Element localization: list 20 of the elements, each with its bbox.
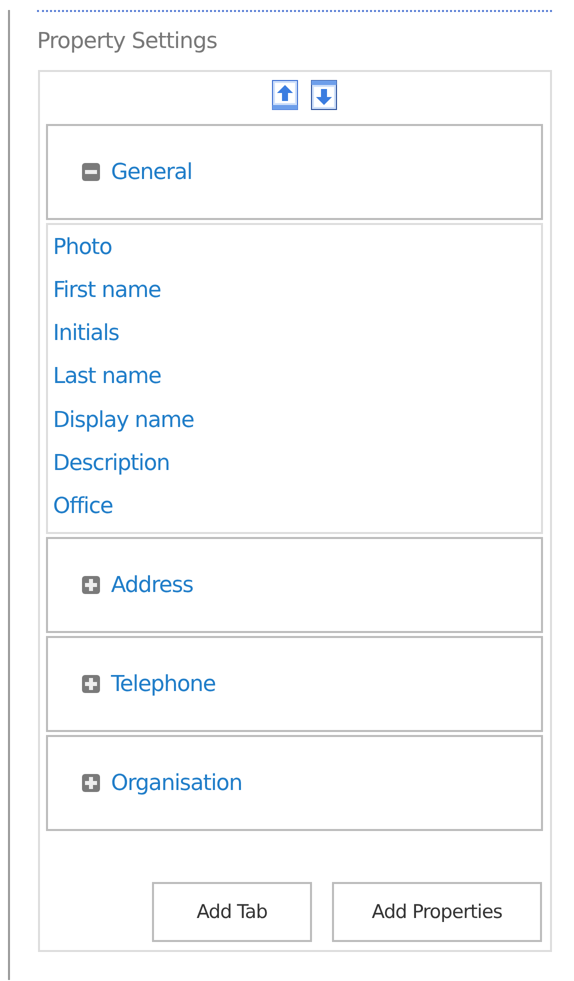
field-link[interactable]: Initials: [53, 316, 119, 360]
expand-icon[interactable]: [81, 674, 101, 694]
move-up-icon[interactable]: [272, 80, 298, 110]
expand-icon[interactable]: [81, 773, 101, 793]
field-link[interactable]: Office: [53, 488, 113, 532]
field-link[interactable]: Photo: [53, 230, 112, 274]
field-link[interactable]: First name: [53, 273, 161, 316]
section-link[interactable]: Organisation: [111, 770, 242, 796]
action-button[interactable]: Add Properties: [332, 882, 542, 942]
field-link[interactable]: Description: [53, 446, 170, 489]
section-link[interactable]: General: [111, 160, 192, 184]
section-link[interactable]: Address: [111, 572, 194, 598]
move-down-icon[interactable]: [311, 80, 337, 110]
section-link[interactable]: Telephone: [111, 672, 216, 696]
collapse-icon[interactable]: [81, 162, 101, 182]
expand-icon[interactable]: [81, 575, 101, 595]
action-button[interactable]: Add Tab: [152, 882, 312, 942]
section-title: Property Settings: [37, 28, 218, 56]
field-link[interactable]: Last name: [53, 359, 162, 403]
field-link[interactable]: Display name: [53, 402, 194, 446]
